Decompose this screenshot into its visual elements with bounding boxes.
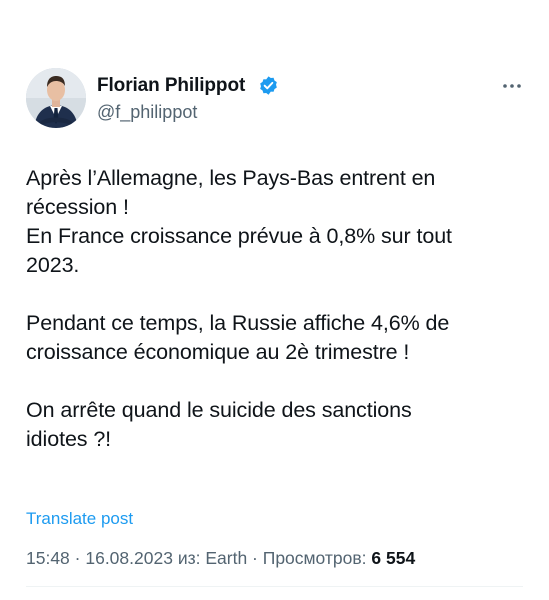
meta-separator: · — [69, 548, 86, 568]
author-handle[interactable]: @f_philippot — [97, 102, 197, 123]
tweet-card: Florian Philippot @f_philippot Après l’A… — [0, 0, 549, 600]
more-options-button[interactable] — [500, 76, 524, 96]
verified-badge-icon — [260, 76, 277, 95]
tweet-line: 2023. — [26, 253, 80, 277]
tweet-line: croissance économique au 2è trimestre ! — [26, 340, 410, 364]
avatar-image — [26, 68, 86, 128]
tweet-paragraph: Après l’Allemagne, les Pays-Bas entrent … — [26, 164, 526, 280]
tweet-line: On arrête quand le suicide des sanctions — [26, 398, 412, 422]
author-display-name[interactable]: Florian Philippot — [97, 75, 245, 97]
tweet-paragraph: On arrête quand le suicide des sanctions… — [26, 396, 526, 454]
translate-post-link[interactable]: Translate post — [26, 509, 133, 529]
tweet-line: récession ! — [26, 195, 129, 219]
divider — [26, 586, 523, 587]
views-count[interactable]: 6 554 — [371, 548, 415, 568]
tweet-line: En France croissance prévue à 0,8% sur t… — [26, 224, 452, 248]
tweet-text: Après l’Allemagne, les Pays-Bas entrent … — [26, 164, 526, 454]
tweet-metadata: 15:48 · 16.08.2023 из: Earth · Просмотро… — [26, 548, 415, 569]
tweet-paragraph: Pendant ce temps, la Russie affiche 4,6%… — [26, 309, 526, 367]
meta-separator: · — [247, 548, 263, 568]
tweet-line: idiotes ?! — [26, 427, 112, 451]
more-options-icon — [503, 84, 521, 88]
avatar[interactable] — [26, 68, 86, 128]
source-prefix: из: — [172, 548, 206, 568]
tweet-time[interactable]: 15:48 — [26, 548, 70, 568]
tweet-source: Earth — [205, 548, 248, 568]
views-label: Просмотров: — [262, 548, 372, 568]
tweet-date[interactable]: 16.08.2023 — [85, 548, 173, 568]
tweet-line: Pendant ce temps, la Russie affiche 4,6%… — [26, 311, 450, 335]
tweet-line: Après l’Allemagne, les Pays-Bas entrent … — [26, 166, 436, 190]
